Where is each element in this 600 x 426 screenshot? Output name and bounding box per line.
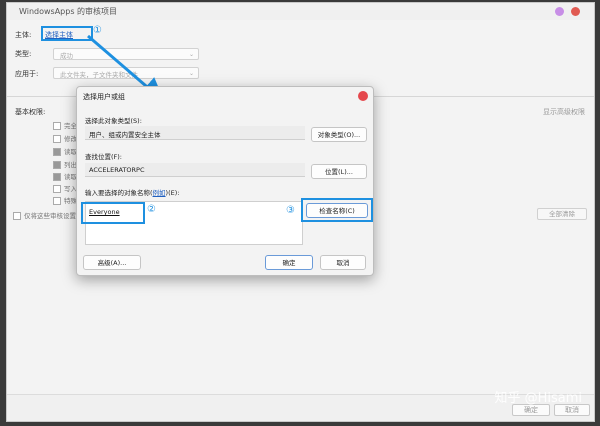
only-apply-checkbox-row[interactable]: 仅将这些审核设置	[13, 210, 76, 220]
chevron-down-icon: ⌄	[188, 51, 194, 58]
badge-1: ①	[93, 25, 102, 36]
locations-button[interactable]: 位置(L)...	[311, 164, 367, 179]
object-type-field: 用户、组或内置安全主体	[85, 126, 305, 140]
enter-names-label: 输入要选择的对象名称(例如)(E):	[85, 189, 180, 197]
window-title: WindowsApps 的审核项目	[19, 7, 118, 16]
check-names-button[interactable]: 检查名称(C)	[306, 203, 368, 218]
permission-full-control[interactable]: 完全	[53, 120, 77, 130]
close-button[interactable]	[571, 7, 580, 16]
show-advanced-link[interactable]: 显示高级权限	[543, 107, 585, 117]
applies-to-label: 应用于:	[15, 70, 39, 78]
permission-read[interactable]: 读取	[53, 171, 77, 181]
dialog-title: 选择用户或组	[83, 93, 125, 101]
checkbox[interactable]	[53, 197, 61, 205]
chevron-down-icon: ⌄	[188, 70, 194, 77]
permission-modify[interactable]: 修改	[53, 133, 77, 143]
permission-write[interactable]: 写入	[53, 183, 77, 193]
watermark: 知乎 @Hisami	[494, 391, 582, 406]
badge-3: ③	[286, 205, 295, 216]
type-value: 成功	[60, 52, 73, 60]
applies-to-dropdown[interactable]: 此文件夹，子文件夹和文件 ⌄	[53, 67, 199, 79]
object-types-button[interactable]: 对象类型(O)...	[311, 127, 367, 142]
checkbox[interactable]	[53, 185, 61, 193]
principal-label: 主体:	[15, 31, 32, 39]
type-dropdown[interactable]: 成功 ⌄	[53, 48, 199, 60]
title-bar: WindowsApps 的审核项目	[7, 3, 594, 20]
permission-list[interactable]: 列出	[53, 159, 77, 169]
location-field: ACCELERATORPC	[85, 163, 305, 177]
select-principal-link[interactable]: 选择主体	[45, 30, 73, 40]
callout-2	[81, 202, 145, 224]
checkbox[interactable]	[53, 135, 61, 143]
badge-2: ②	[147, 204, 156, 215]
basic-permissions-label: 基本权限:	[15, 108, 46, 116]
location-value: ACCELERATORPC	[89, 166, 145, 174]
applies-to-value: 此文件夹，子文件夹和文件	[60, 71, 138, 79]
minimize-button[interactable]	[555, 7, 564, 16]
checkbox[interactable]	[53, 161, 61, 169]
advanced-button[interactable]: 高级(A)...	[83, 255, 141, 270]
checkbox[interactable]	[53, 148, 61, 156]
checkbox[interactable]	[13, 212, 21, 220]
permission-special[interactable]: 特殊	[53, 195, 77, 205]
location-label: 查找位置(F):	[85, 153, 123, 161]
checkbox[interactable]	[53, 173, 61, 181]
checkbox[interactable]	[53, 122, 61, 130]
dialog-close-button[interactable]	[358, 91, 368, 101]
clear-all-button[interactable]: 全部清除	[537, 208, 587, 220]
permission-read-execute[interactable]: 读取	[53, 146, 77, 156]
object-type-value: 用户、组或内置安全主体	[89, 131, 161, 139]
examples-link[interactable]: 例如	[153, 189, 166, 197]
select-users-dialog: 选择用户或组 选择此对象类型(S): 用户、组或内置安全主体 对象类型(O)..…	[76, 86, 374, 276]
dialog-cancel-button[interactable]: 取消	[320, 255, 366, 270]
dialog-ok-button[interactable]: 确定	[265, 255, 313, 270]
object-type-label: 选择此对象类型(S):	[85, 117, 142, 125]
type-label: 类型:	[15, 50, 32, 58]
